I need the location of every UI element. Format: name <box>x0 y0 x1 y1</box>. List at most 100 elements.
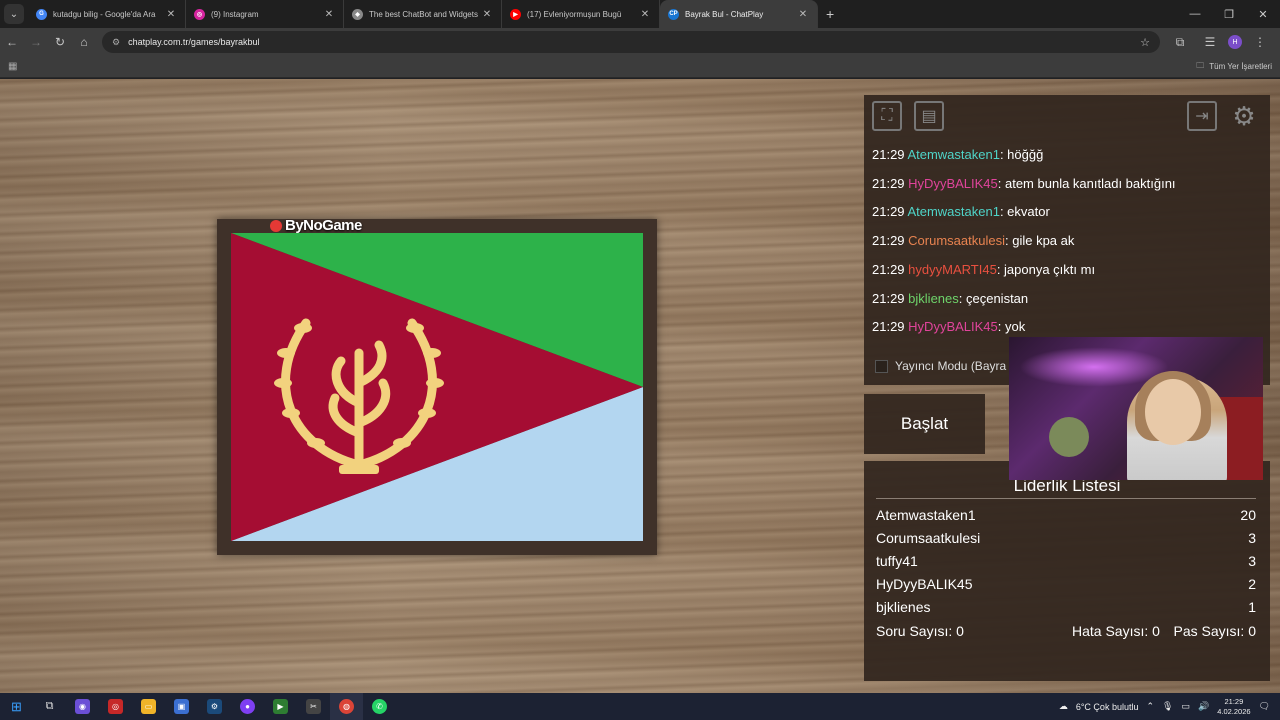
apps-grid-icon[interactable]: ▦ <box>8 61 17 72</box>
bynogame-logo: ByNoGame <box>270 217 362 234</box>
forward-button[interactable]: → <box>24 35 48 49</box>
chat-message-user[interactable]: Atemwastaken1 <box>907 147 1000 162</box>
store-icon[interactable]: ▣ <box>165 693 198 720</box>
tab-close-icon[interactable]: ✕ <box>323 9 335 20</box>
errors-count: Hata Sayısı: 0 <box>1072 623 1160 639</box>
webcam-overlay <box>1009 337 1263 480</box>
bookmark-star-icon[interactable]: ☆ <box>1140 36 1150 49</box>
notification-icon[interactable]: 🗨 <box>1259 701 1270 712</box>
tab-item[interactable]: ▶ (17) Evleniyormuşun Bugü ✕ <box>502 0 660 28</box>
weather-icon[interactable]: ☁ <box>1059 701 1068 712</box>
tab-strip: ⌄ Gkutadgu bilig - Google'da Ara ✕ ◎ (9) In… <box>0 0 1280 28</box>
restore-button[interactable]: ❐ <box>1212 8 1246 21</box>
new-tab-button[interactable]: + <box>826 6 834 22</box>
chat-message-time: 21:29 <box>872 233 905 249</box>
bynogame-logo-icon <box>270 219 282 232</box>
clock-date: 4.02.2026 <box>1217 706 1251 716</box>
address-bar[interactable]: ⚙ chatplay.com.tr/games/bayrakbul ☆ <box>102 31 1160 53</box>
leaderboard-panel: Liderlik Listesi Atemwastaken1 20 Corumsaa… <box>864 461 1270 681</box>
leaderboard-player-score: 3 <box>1248 553 1256 569</box>
tab-title: The best ChatBot and Widgets <box>369 9 478 19</box>
leaderboard-player-score: 20 <box>1240 507 1256 523</box>
menu-icon[interactable]: ⋮ <box>1248 35 1272 49</box>
windows-taskbar: ⊞ ⧉ ◉ ◎ ▭ ▣ ⚙ ● ▶ ✂ ◍ ✆ ☁ 6°C Çok bulutl… <box>0 693 1280 720</box>
chat-message-time: 21:29 <box>872 147 905 162</box>
system-tray: ☁ 6°C Çok bulutlu ⌃ 🎙 ▭ 🔊 21:29 4.02.202… <box>1059 697 1280 717</box>
chat-message-time: 21:29 <box>872 261 905 277</box>
streamer-face <box>1145 379 1201 445</box>
chat-message-text: : japonya çıktı mı <box>996 261 1096 277</box>
chat-message-user[interactable]: bjklienes <box>908 291 959 306</box>
taskbar-app-2-icon[interactable]: ◎ <box>99 693 132 720</box>
chat-message: 21:29 Atemwastaken1: höğğğ <box>872 147 1043 162</box>
tab-close-icon[interactable]: ✕ <box>797 9 809 20</box>
all-bookmarks-button[interactable]: 🗀 Tüm Yer İşaretleri <box>1196 60 1272 74</box>
media-control-icon[interactable]: ☰ <box>1198 35 1222 49</box>
gear-icon[interactable]: ⚙ <box>1229 101 1259 131</box>
tab-favicon-icon: ▶ <box>510 8 521 20</box>
steam-icon[interactable]: ⚙ <box>198 693 231 720</box>
chat-message: 21:29 Atemwastaken1: ekvator <box>872 204 1050 219</box>
leaderboard-divider <box>876 498 1256 499</box>
reload-button[interactable]: ↻ <box>48 35 72 49</box>
chrome-icon[interactable]: ◍ <box>330 693 363 720</box>
home-button[interactable]: ⌂ <box>72 35 96 49</box>
obs-icon[interactable]: ● <box>231 693 264 720</box>
notes-icon[interactable]: ▤ <box>914 101 944 131</box>
chat-message-user[interactable]: HyDyyBALIK45 <box>908 319 998 334</box>
exit-icon[interactable]: ⇥ <box>1187 101 1217 131</box>
chat-message-user[interactable]: hydyyMARTI45 <box>908 262 997 277</box>
tray-overflow-icon[interactable]: ⌃ <box>1146 701 1154 712</box>
leaderboard-player-name: Corumsaatkulesi <box>876 530 981 546</box>
tab-title: (17) Evleniyormuşun Bugü <box>527 9 622 19</box>
taskbar-app-4-icon[interactable]: ✂ <box>297 693 330 720</box>
chat-message-user[interactable]: Atemwastaken1 <box>907 204 1000 219</box>
tab-list: Gkutadgu bilig - Google'da Ara ✕ ◎ (9) Inst… <box>28 0 818 28</box>
tab-favicon-icon: CP <box>668 8 679 20</box>
chat-message: 21:29 Corumsaatkulesi: gile kpa ak <box>872 233 1074 248</box>
volume-icon[interactable]: 🔊 <box>1198 701 1209 712</box>
streamer-mode-label: Yayıncı Modu (Bayra <box>895 359 1007 373</box>
tab-item[interactable]: ◎ (9) Instagram ✕ <box>186 0 344 28</box>
profile-avatar[interactable]: H <box>1228 35 1242 49</box>
minimize-button[interactable]: — <box>1178 8 1212 20</box>
tab-close-icon[interactable]: ✕ <box>639 9 651 20</box>
url-text: chatplay.com.tr/games/bayrakbul <box>128 37 260 47</box>
streamer-mode-toggle[interactable]: Yayıncı Modu (Bayra <box>875 359 1006 373</box>
microphone-icon[interactable]: 🎙 <box>1162 701 1173 712</box>
chat-message-time: 21:29 <box>872 175 905 191</box>
page-content: ByNoGame ⛶ ▤ ⇥ ⚙ 21:29 Atemwastaken1: hö… <box>0 79 1280 693</box>
chat-message-text: : çeçenistan <box>958 290 1029 306</box>
start-button[interactable]: Başlat <box>864 394 985 454</box>
leaderboard-row: Corumsaatkulesi 3 <box>876 530 1256 546</box>
chat-message-text: : höğğğ <box>999 147 1044 162</box>
tab-item[interactable]: Gkutadgu bilig - Google'da Ara ✕ <box>28 0 186 28</box>
tab-search-button[interactable]: ⌄ <box>4 4 24 24</box>
all-bookmarks-label: Tüm Yer İşaretleri <box>1209 62 1272 71</box>
fullscreen-icon[interactable]: ⛶ <box>872 101 902 131</box>
leaderboard-row: Atemwastaken1 20 <box>876 507 1256 523</box>
site-info-icon[interactable]: ⚙ <box>112 37 120 48</box>
window-controls: — ❐ ✕ <box>1178 0 1280 28</box>
leaderboard-player-score: 3 <box>1248 530 1256 546</box>
tab-item[interactable]: CP Bayrak Bul - ChatPlay ✕ <box>660 0 818 28</box>
taskbar-app-3-icon[interactable]: ▶ <box>264 693 297 720</box>
network-icon[interactable]: ▭ <box>1181 701 1190 712</box>
whatsapp-icon[interactable]: ✆ <box>363 693 396 720</box>
start-menu-icon[interactable]: ⊞ <box>0 693 33 720</box>
tab-close-icon[interactable]: ✕ <box>481 9 493 20</box>
back-button[interactable]: ← <box>0 35 24 49</box>
chat-message-user[interactable]: HyDyyBALIK45 <box>908 176 998 191</box>
chat-message-user[interactable]: Corumsaatkulesi <box>908 233 1005 248</box>
task-view-icon[interactable]: ⧉ <box>33 693 66 720</box>
taskbar-app-1-icon[interactable]: ◉ <box>66 693 99 720</box>
close-window-button[interactable]: ✕ <box>1246 8 1280 21</box>
file-explorer-icon[interactable]: ▭ <box>132 693 165 720</box>
leaderboard-player-name: tuffy41 <box>876 553 918 569</box>
streamer-mode-checkbox[interactable] <box>875 359 888 373</box>
extensions-icon[interactable]: ⧉ <box>1168 35 1192 50</box>
tab-close-icon[interactable]: ✕ <box>165 9 177 20</box>
clock[interactable]: 21:29 4.02.2026 <box>1217 697 1250 717</box>
weather-text[interactable]: 6°C Çok bulutlu <box>1076 702 1139 712</box>
tab-item[interactable]: ◆ The best ChatBot and Widgets ✕ <box>344 0 502 28</box>
